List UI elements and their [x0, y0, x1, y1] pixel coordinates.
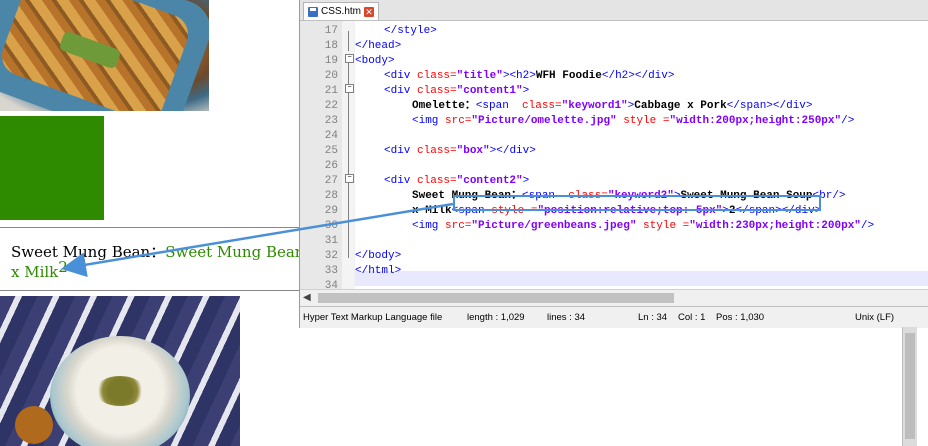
omelette-photo [0, 0, 209, 111]
status-file-type: Hyper Text Markup Language file [303, 312, 443, 323]
code-line-17: </style> [384, 25, 437, 37]
line-number: 25 [324, 145, 338, 157]
code-line-21: <div class="content1"> [384, 85, 530, 97]
line-number: 19 [324, 55, 338, 67]
code-area[interactable]: </style> </head> <body> <div class="titl… [355, 21, 928, 289]
code-line-22: Omelette：<span class="keyword1">Cabbage … [412, 100, 813, 112]
line-number: 31 [324, 235, 338, 247]
tab-css-htm[interactable]: CSS.htm ✕ [303, 2, 380, 20]
code-line-25: <div class="box"></div> [384, 145, 536, 157]
content2-line2: x Milk2 [11, 258, 68, 281]
fold-margin: − − − [342, 21, 354, 289]
line-number: 28 [324, 190, 338, 202]
fold-toggle-icon[interactable]: − [345, 54, 354, 63]
vertical-scrollbar[interactable] [902, 327, 917, 446]
fold-line [348, 31, 349, 51]
line-number-gutter: 17 18 19 20 21 22 23 24 25 26 27 28 29 3… [300, 21, 343, 292]
line-number: 29 [324, 205, 338, 217]
superscript-two: 2 [58, 258, 68, 276]
line-number: 22 [324, 100, 338, 112]
line-number: 20 [324, 70, 338, 82]
content2-box: Sweet Mung Bean：Sweet Mung Bean Soup x M… [0, 227, 348, 291]
line-number: 27 [324, 175, 338, 187]
code-line-19: <body> [355, 55, 395, 67]
close-icon[interactable]: ✕ [364, 6, 375, 17]
annotation-highlight-box [453, 195, 821, 211]
tab-label: CSS.htm [321, 6, 362, 17]
spoon-shape [15, 406, 53, 444]
horizontal-scrollbar[interactable]: ◀ [300, 289, 928, 306]
beans-shape [95, 376, 145, 406]
fold-toggle-icon[interactable]: − [345, 84, 354, 93]
code-line-32: </body> [355, 250, 402, 262]
status-pos: Pos : 1,030 [716, 312, 765, 323]
scroll-left-icon[interactable]: ◀ [303, 292, 311, 303]
current-line-highlight [355, 271, 928, 286]
green-box [0, 116, 104, 220]
line-number: 24 [324, 130, 338, 142]
line-number: 18 [324, 40, 338, 52]
code-line-18: </head> [355, 40, 402, 52]
scrollbar-thumb[interactable] [905, 333, 915, 439]
code-line-27: <div class="content2"> [384, 175, 530, 187]
line-number: 17 [324, 25, 338, 37]
code-editor-window: CSS.htm ✕ 17 18 19 20 21 22 23 24 25 26 … [299, 0, 928, 328]
milk-text: x Milk [11, 263, 59, 281]
status-length: length : 1,029 [467, 312, 525, 323]
save-icon [308, 6, 318, 17]
status-eol: Unix (LF) [855, 312, 895, 323]
status-bar: Hyper Text Markup Language file length :… [300, 306, 928, 328]
line-number: 26 [324, 160, 338, 172]
code-line-33: </html> [355, 265, 402, 277]
status-ln: Ln : 34 [638, 312, 668, 323]
greenbeans-photo [0, 296, 240, 446]
scrollbar-thumb[interactable] [318, 293, 674, 303]
line-number: 30 [324, 220, 338, 232]
status-lines: lines : 34 [547, 312, 586, 323]
line-number: 21 [324, 85, 338, 97]
code-line-20: <div class="title"><h2>WFH Foodie</h2></… [384, 70, 675, 82]
code-line-23: <img src="Picture/omelette.jpg" style ="… [412, 115, 855, 127]
line-number: 33 [324, 265, 338, 277]
code-line-30: <img src="Picture/greenbeans.jpeg" style… [412, 220, 875, 232]
content2-text: Sweet Mung Bean： [11, 243, 166, 261]
status-col: Col : 1 [678, 312, 706, 323]
line-number: 23 [324, 115, 338, 127]
fold-toggle-icon[interactable]: − [345, 174, 354, 183]
line-number: 32 [324, 250, 338, 262]
tab-bar: CSS.htm ✕ [300, 0, 928, 21]
